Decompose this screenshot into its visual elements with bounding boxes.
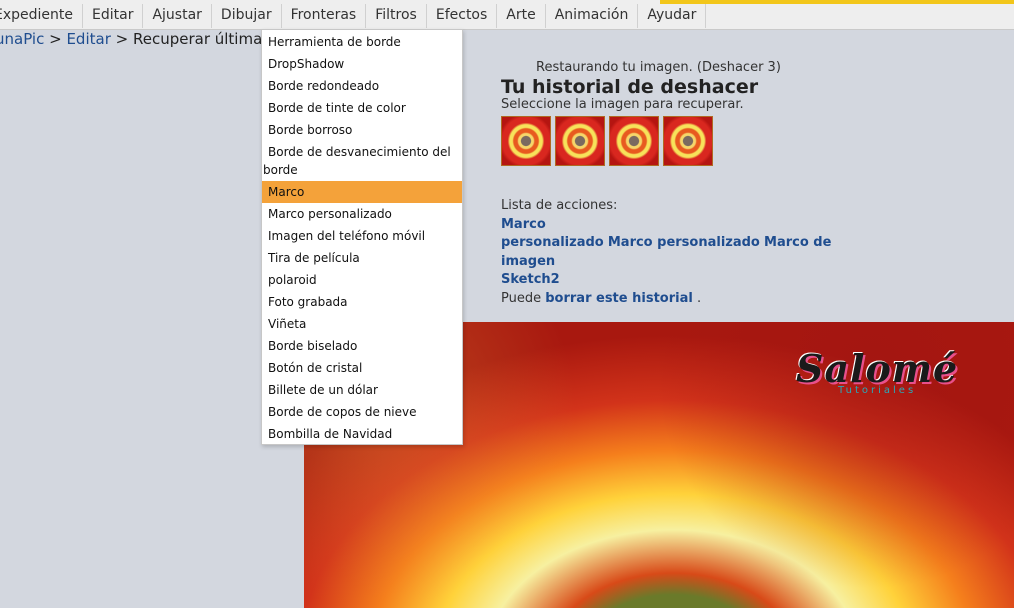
main-menu: Expediente Editar Ajustar Dibujar Fronte… [0, 4, 707, 28]
history-subtitle: Seleccione la imagen para recuperar. [501, 97, 744, 112]
dropdown-item-vineta[interactable]: Viñeta [262, 313, 462, 335]
action-link-sketch2[interactable]: Sketch2 [501, 272, 560, 287]
dropdown-item-copos-nieve[interactable]: Borde de copos de nieve [262, 401, 462, 423]
dropdown-item-tira-pelicula[interactable]: Tira de película [262, 247, 462, 269]
dropdown-item-borde-redondeado[interactable]: Borde redondeado [262, 75, 462, 97]
dropdown-item-marco-personalizado[interactable]: Marco personalizado [262, 203, 462, 225]
undo-history-panel: Restaurando tu imagen. (Deshacer 3) Tu h… [501, 60, 781, 166]
menu-dibujar[interactable]: Dibujar [212, 4, 282, 28]
clear-history-prefix: Puede [501, 290, 546, 306]
action-list-label: Lista de acciones: [501, 198, 618, 213]
dropdown-item-wrap-line1: Borde de desvanecimiento del [268, 145, 451, 159]
dropdown-item-borde-biselado[interactable]: Borde biselado [262, 335, 462, 357]
dropdown-item-bombilla-navidad[interactable]: Bombilla de Navidad [262, 423, 462, 445]
menu-filtros[interactable]: Filtros [366, 4, 427, 28]
history-thumbnail[interactable] [501, 116, 551, 166]
menu-fronteras[interactable]: Fronteras [282, 4, 367, 28]
breadcrumb-edit-link[interactable]: Editar [66, 30, 110, 48]
dropdown-item-borde-de-tinte[interactable]: Borde de tinte de color [262, 97, 462, 119]
breadcrumb: unaPic > Editar > Recuperar última im [0, 30, 286, 48]
dropdown-item-foto-grabada[interactable]: Foto grabada [262, 291, 462, 313]
dropdown-item-polaroid[interactable]: polaroid [262, 269, 462, 291]
restoring-message: Restaurando tu imagen. (Deshacer 3) [536, 60, 781, 75]
dropdown-item-imagen-telefono[interactable]: Imagen del teléfono móvil [262, 225, 462, 247]
accent-bar [660, 0, 1014, 4]
dropdown-item-herramienta-de-borde[interactable]: Herramienta de borde [262, 31, 462, 53]
history-thumbnail[interactable] [609, 116, 659, 166]
history-title: Tu historial de deshacer [501, 76, 759, 98]
dropdown-item-wrap-line2: borde [263, 163, 298, 177]
menu-animacion[interactable]: Animación [546, 4, 639, 28]
action-link-marco[interactable]: Marco [501, 217, 546, 232]
dropdown-item-dropshadow[interactable]: DropShadow [262, 53, 462, 75]
dropdown-item-borde-borroso[interactable]: Borde borroso [262, 119, 462, 141]
action-link-personalizado[interactable]: personalizado [501, 235, 604, 250]
clear-history-suffix: . [692, 290, 702, 306]
dropdown-item-billete-dolar[interactable]: Billete de un dólar [262, 379, 462, 401]
action-link-marco-de-imagen[interactable]: Marco de [764, 235, 831, 250]
breadcrumb-root-link[interactable]: unaPic [0, 30, 44, 48]
menu-arte[interactable]: Arte [497, 4, 546, 28]
fronteras-dropdown-menu: Herramienta de borde DropShadow Borde re… [261, 29, 463, 445]
menu-ayudar[interactable]: Ayudar [638, 4, 707, 28]
breadcrumb-current: > Recuperar última im [110, 30, 286, 48]
history-thumbnail[interactable] [555, 116, 605, 166]
history-thumbnail[interactable] [663, 116, 713, 166]
clear-history-link[interactable]: borrar este historial [545, 291, 693, 306]
salome-logo: Salomé Tutoriales [796, 346, 958, 396]
action-list: Lista de acciones: Marco personalizado M… [501, 197, 831, 308]
dropdown-item-boton-cristal[interactable]: Botón de cristal [262, 357, 462, 379]
menu-efectos[interactable]: Efectos [427, 4, 498, 28]
menu-expediente[interactable]: Expediente [0, 4, 83, 28]
menu-editar[interactable]: Editar [83, 4, 144, 28]
action-link-marco-personalizado[interactable]: Marco personalizado [608, 235, 760, 250]
dropdown-item-marco[interactable]: Marco [262, 181, 462, 203]
menu-ajustar[interactable]: Ajustar [143, 4, 212, 28]
top-menubar: Expediente Editar Ajustar Dibujar Fronte… [0, 0, 1014, 30]
dropdown-item-borde-desvanecimiento[interactable]: Borde de desvanecimiento del borde [262, 141, 462, 181]
action-link-imagen[interactable]: imagen [501, 254, 555, 269]
history-thumbnails [501, 116, 781, 166]
breadcrumb-separator: > [44, 30, 67, 48]
